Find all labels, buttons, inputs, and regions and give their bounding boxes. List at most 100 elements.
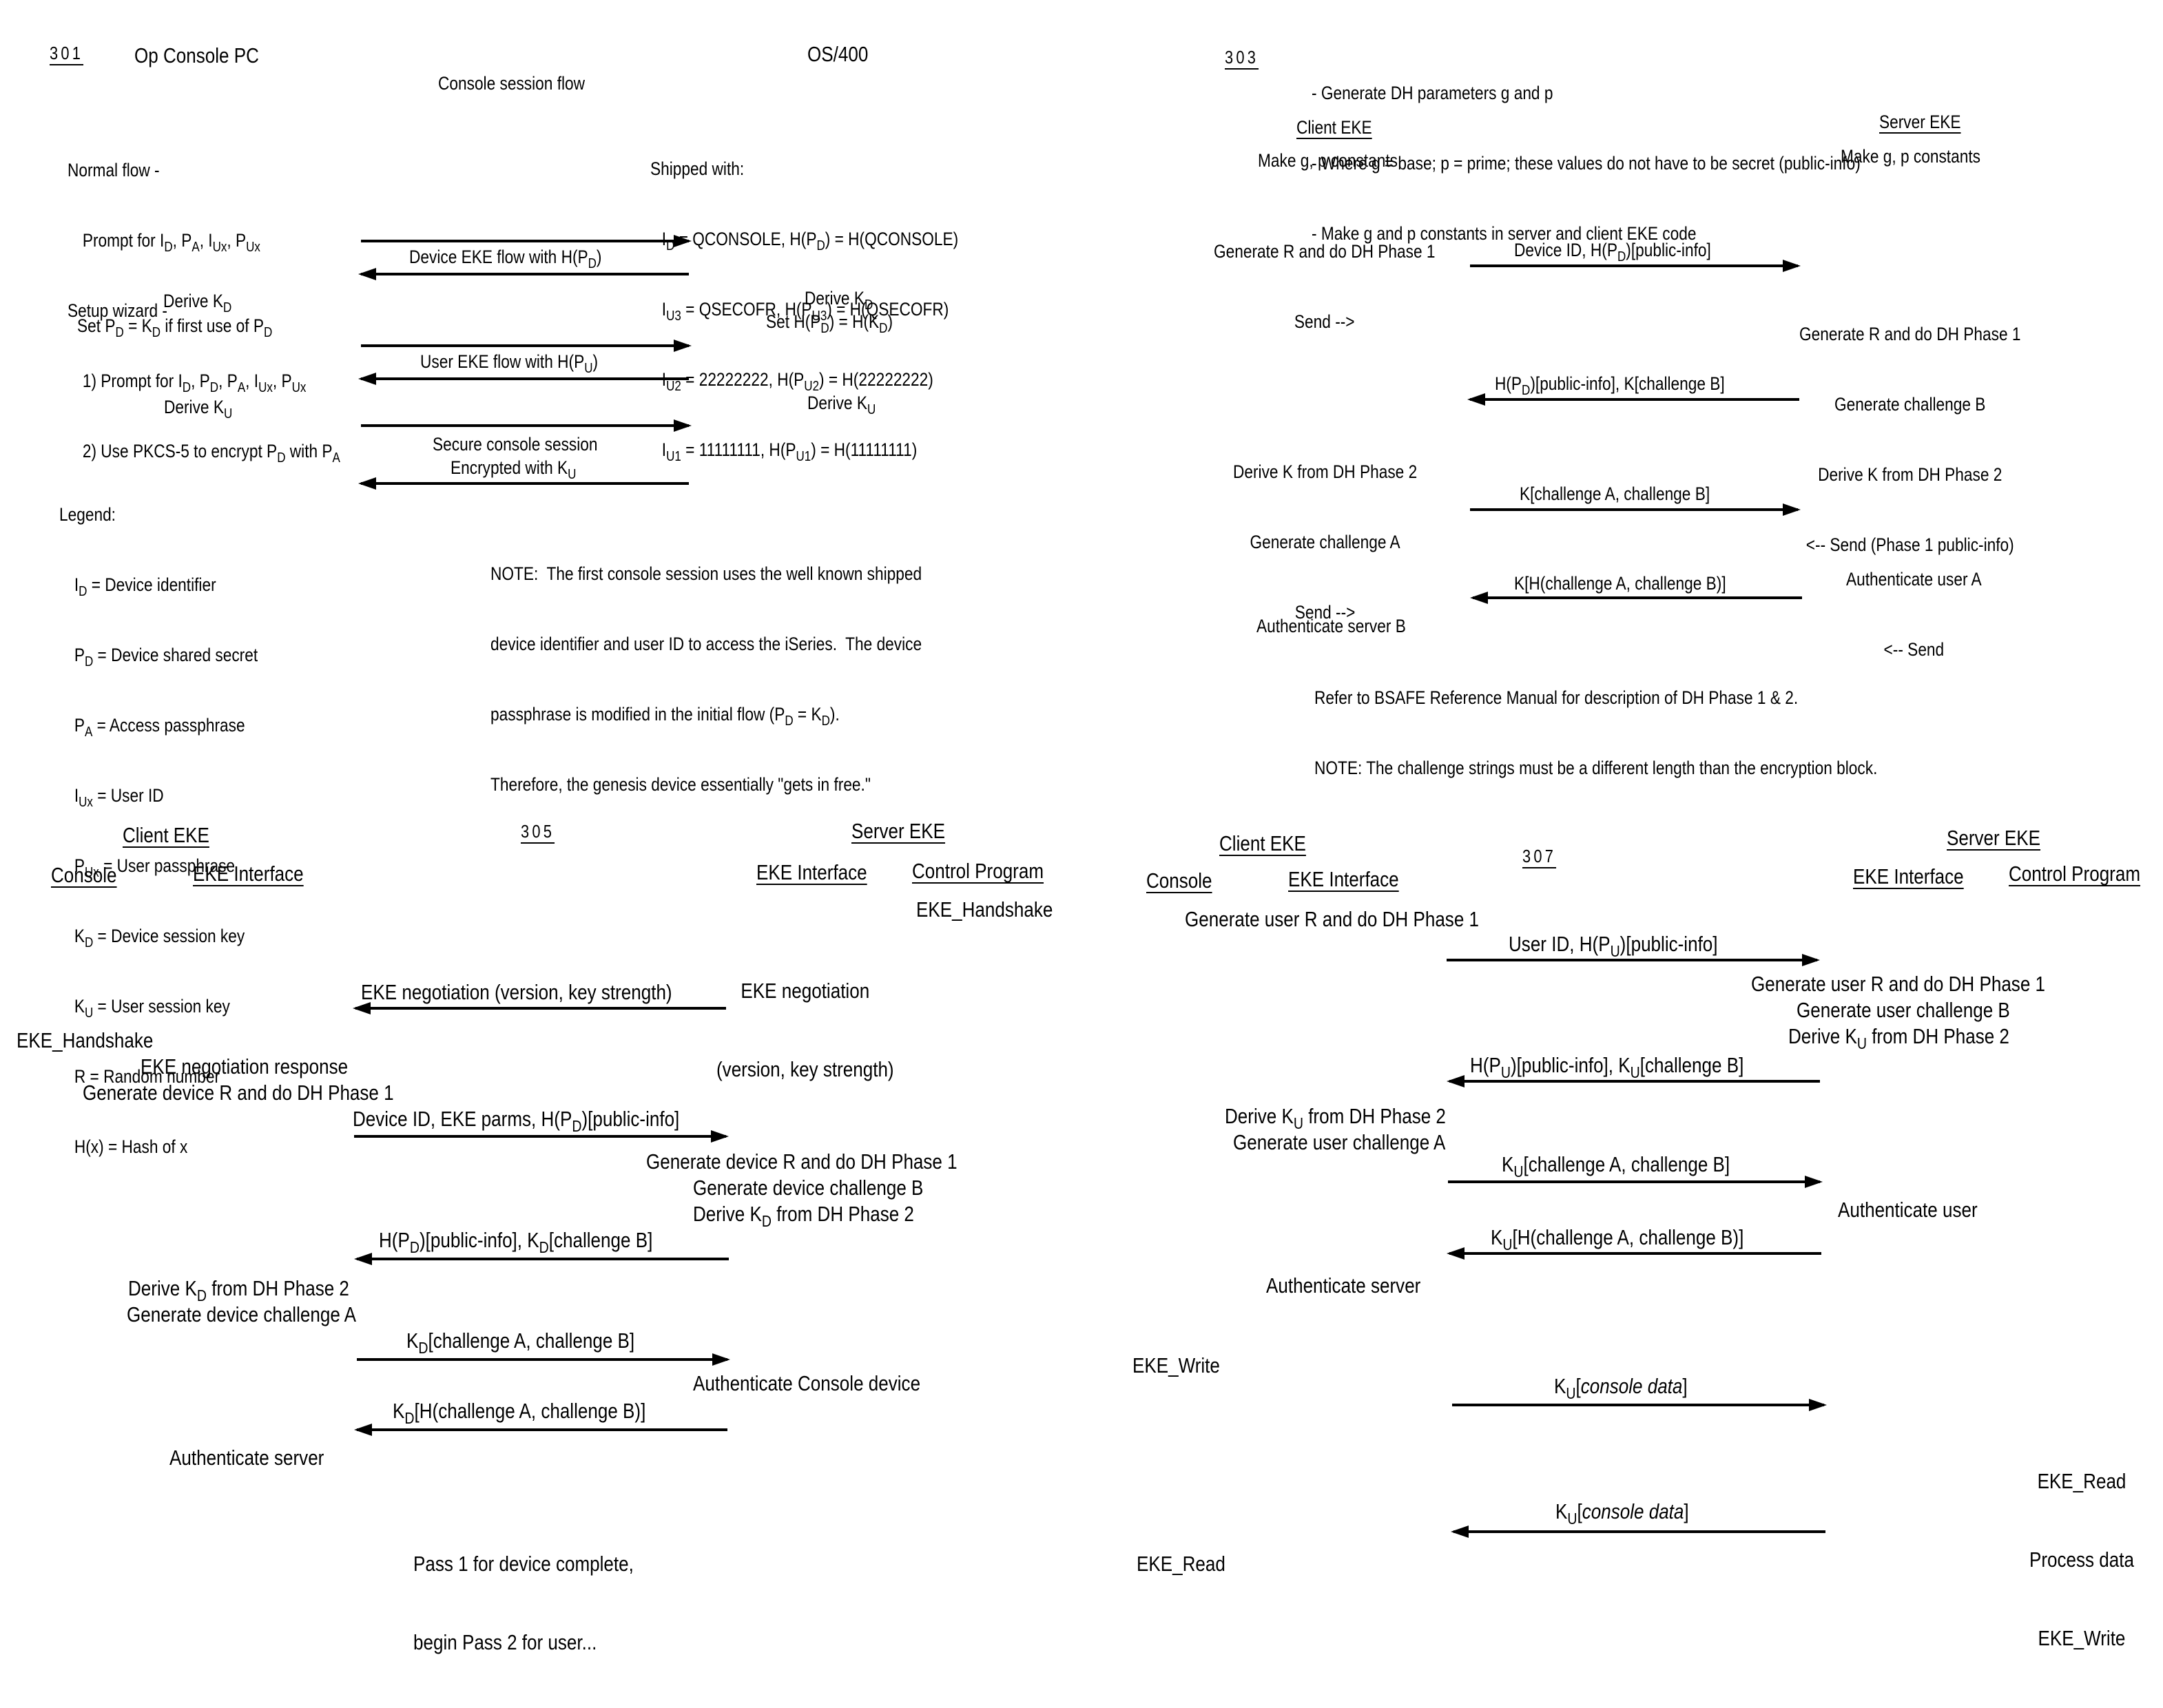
server-step: Generate device R and do DH Phase 1 — [646, 1149, 958, 1174]
client-step: Generate user challenge A — [1233, 1130, 1446, 1154]
server-step: Generate challenge B — [1834, 394, 1986, 415]
server-handshake: EKE_Handshake — [916, 897, 1053, 921]
server-process: EKE_Read Process data EKE_Write — [2029, 1416, 2134, 1704]
note-line: NOTE: The first console session uses the… — [490, 563, 922, 584]
msg-label: Device ID, EKE parms, H(PD)[public-info] — [353, 1107, 680, 1136]
msg-label: KU[console data] — [1555, 1499, 1689, 1528]
server-step: EKE negotiation — [741, 979, 870, 1003]
server-step: EKE_Write — [2038, 1626, 2126, 1650]
msg-label: KD[H(challenge A, challenge B)] — [393, 1399, 646, 1428]
arrow-right — [1452, 1399, 1827, 1411]
client-step: Generate challenge A — [1250, 532, 1400, 552]
client-step: Generate device R and do DH Phase 1 — [83, 1081, 394, 1105]
legend-item: KU = User session key — [74, 996, 230, 1021]
client-write: EKE_Write — [1132, 1353, 1220, 1377]
setup-line: Prompt for ID, PA, IUx, PUx — [82, 230, 260, 256]
arrow-right — [1470, 503, 1801, 516]
arrow-left — [1467, 393, 1799, 406]
legend-item: ID = Device identifier — [74, 574, 216, 600]
msg-label: KU[console data] — [1554, 1374, 1688, 1403]
server-step: Set H(PD) = H(KD) — [766, 311, 893, 337]
arrow-left — [358, 373, 689, 385]
client-eke-title: Client EKE — [123, 823, 209, 847]
server-step: Generate device challenge B — [693, 1176, 924, 1200]
client-step: EKE negotiation response — [141, 1054, 349, 1079]
client-step: Generate device challenge A — [127, 1302, 356, 1326]
msg-label: KU[challenge A, challenge B] — [1502, 1152, 1730, 1181]
legend-item: IUx = User ID — [74, 785, 164, 811]
legend-item: PD = Device shared secret — [74, 645, 258, 670]
ref-label-301: 301 — [50, 43, 84, 63]
client-step: Authenticate server — [1266, 1273, 1421, 1298]
server-step: Authenticate user A — [1846, 569, 1982, 590]
note-301: NOTE: The first console session uses the… — [490, 515, 922, 843]
client-step: Derive KU — [164, 397, 233, 422]
note-line: Therefore, the genesis device essentiall… — [490, 774, 871, 795]
client-step: Generate R and do DH Phase 1 — [1214, 241, 1436, 262]
msg-label: H(PU)[public-info], KU[challenge B] — [1470, 1053, 1744, 1082]
arrow-left — [358, 477, 689, 490]
client-step-block: Generate R and do DH Phase 1 Send --> — [1214, 193, 1435, 380]
client-title: Op Console PC — [134, 43, 259, 67]
server-step: Process data — [2029, 1548, 2134, 1572]
flow-label: User EKE flow with H(PU) — [420, 351, 599, 377]
arrow-left — [358, 268, 689, 280]
client-eke-title: Client EKE — [1296, 117, 1372, 138]
client-handshake: EKE_Handshake — [17, 1028, 154, 1052]
flow-label: Device EKE flow with H(PD) — [409, 247, 602, 272]
arrow-right — [361, 340, 692, 352]
server-step: Derive KU from DH Phase 2 — [1788, 1024, 2009, 1053]
server-step: Generate R and do DH Phase 1 — [1799, 324, 2021, 344]
server-negotiation: EKE negotiation (version, key strength) — [716, 926, 894, 1135]
pass-note-line: begin Pass 2 for user... — [413, 1630, 597, 1654]
shipped-heading: Shipped with: — [650, 158, 745, 179]
legend-heading: Legend: — [59, 504, 116, 525]
flow-label: Encrypted with KU — [451, 457, 577, 483]
server-step: Derive K from DH Phase 2 — [1818, 464, 2002, 485]
server-title: OS/400 — [807, 42, 869, 66]
footer-notes: Refer to BSAFE Reference Manual for desc… — [1314, 639, 1877, 826]
footer-note: Refer to BSAFE Reference Manual for desc… — [1314, 687, 1799, 708]
arrow-left — [1451, 1525, 1825, 1538]
client-step: Authenticate server — [169, 1446, 324, 1470]
column-console: Console — [51, 863, 117, 887]
ref-label-307: 307 — [1522, 846, 1557, 866]
client-step: Send --> — [1294, 311, 1355, 332]
client-step: Derive K from DH Phase 2 — [1233, 461, 1418, 482]
arrow-right — [361, 419, 692, 432]
column-control-program: Control Program — [2009, 862, 2141, 886]
arrow-right — [1448, 1176, 1823, 1188]
shipped-line: IU1 = 11111111, H(PU1) = H(11111111) — [661, 439, 918, 465]
server-step: Generate user R and do DH Phase 1 — [1751, 972, 2046, 996]
arrow-right — [357, 1353, 730, 1366]
client-step: Authenticate server B — [1256, 616, 1406, 636]
client-step: Set PD = KD if first use of PD — [77, 315, 273, 341]
client-step: Generate user R and do DH Phase 1 — [1185, 907, 1480, 931]
server-step: Derive KD from DH Phase 2 — [693, 1202, 914, 1231]
server-eke-title: Server EKE — [1947, 826, 2041, 850]
server-step: Generate user challenge B — [1797, 998, 2010, 1022]
shipped-line: ID = QCONSOLE, H(PD) = H(QCONSOLE) — [661, 229, 959, 254]
footer-note: NOTE: The challenge strings must be a di… — [1314, 758, 1878, 778]
legend-item: H(x) = Hash of x — [74, 1136, 188, 1157]
server-step: Derive KU — [807, 393, 876, 418]
column-eke-interface: EKE Interface — [756, 860, 867, 884]
msg-label: H(PD)[public-info], KD[challenge B] — [379, 1228, 653, 1257]
shipped-line: IU2 = 22222222, H(PU2) = H(22222222) — [661, 369, 933, 395]
server-step: Authenticate Console device — [693, 1371, 921, 1395]
arrow-left — [1447, 1247, 1821, 1260]
msg-label: K[H(challenge A, challenge B)] — [1514, 573, 1726, 594]
flow-label: Secure console session — [433, 434, 598, 455]
arrow-left — [354, 1253, 729, 1265]
legend-item: KD = Device session key — [74, 926, 245, 951]
arrow-right — [361, 235, 692, 247]
msg-label: Device ID, H(PD)[public-info] — [1514, 240, 1711, 265]
server-constants: Make g, p constants — [1841, 146, 1980, 167]
ref-label-303: 303 — [1225, 47, 1259, 67]
client-step: Derive KU from DH Phase 2 — [1225, 1104, 1446, 1133]
ref-label-305: 305 — [521, 821, 555, 842]
server-eke-title: Server EKE — [851, 819, 946, 843]
msg-label: KD[challenge A, challenge B] — [406, 1329, 635, 1357]
server-eke-title: Server EKE — [1879, 112, 1961, 132]
pass-note: Pass 1 for device complete, begin Pass 2… — [413, 1499, 634, 1708]
